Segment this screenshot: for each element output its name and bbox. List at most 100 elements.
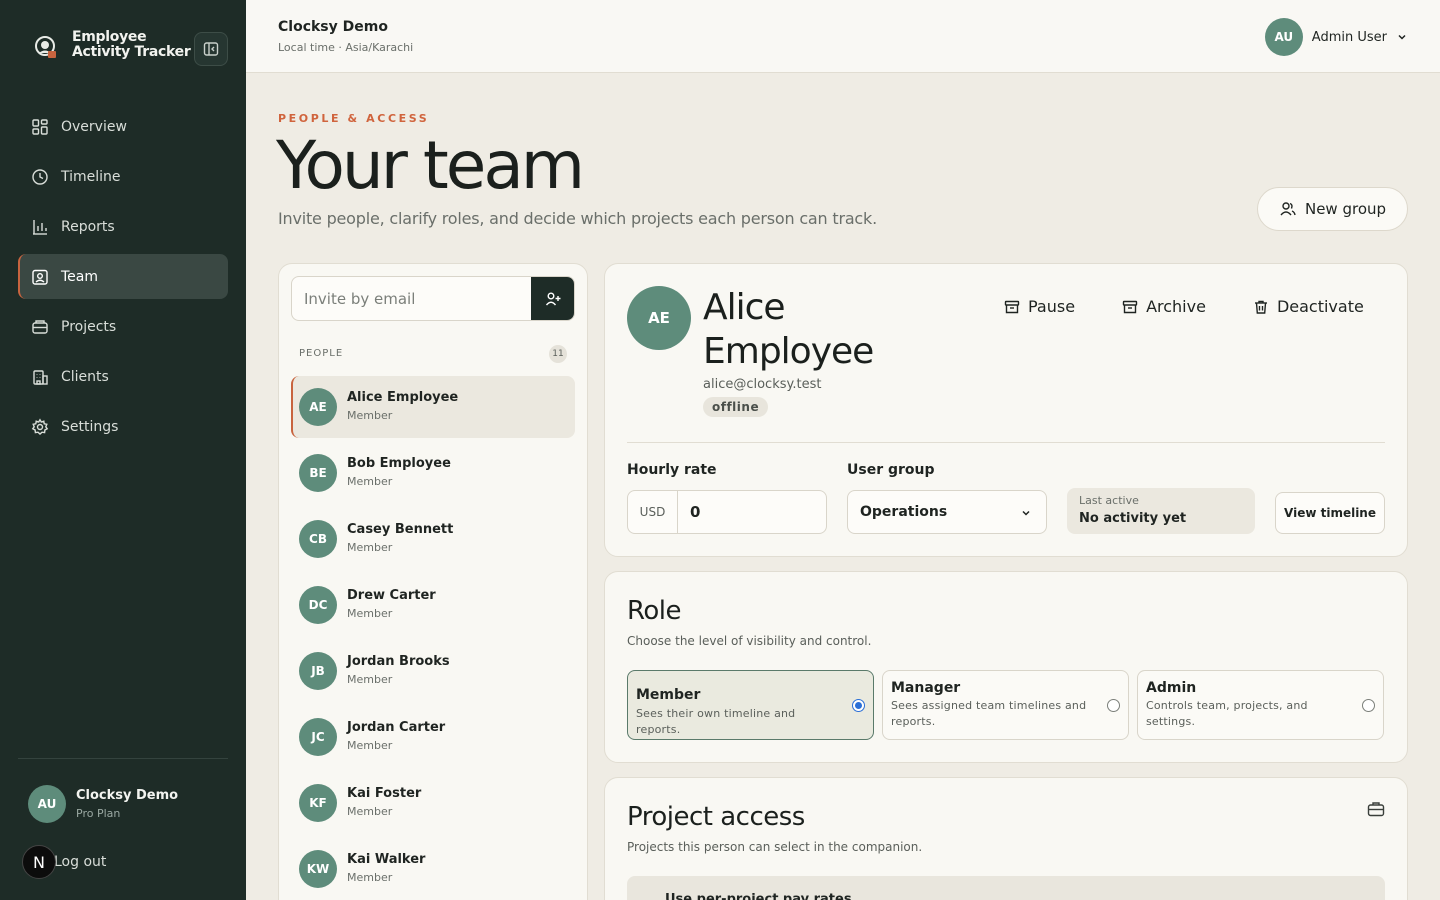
avatar: JB <box>299 652 337 690</box>
page-title: Your team <box>276 127 585 204</box>
person-name: Drew Carter <box>347 588 436 603</box>
radio-button[interactable] <box>852 699 865 712</box>
sidebar-item-timeline[interactable]: Timeline <box>18 154 228 199</box>
avatar: AE <box>627 286 691 350</box>
user-menu[interactable]: AU Admin User <box>1264 18 1408 56</box>
page-subtitle: Invite people, clarify roles, and decide… <box>278 209 877 228</box>
role-option-desc: Sees assigned team timelines and reports… <box>891 699 1087 728</box>
list-item[interactable]: BE Bob Employee Member <box>291 442 575 504</box>
n-badge-icon[interactable]: N <box>22 845 56 879</box>
role-option-title: Admin <box>1146 680 1197 696</box>
chevron-down-icon <box>1398 34 1406 40</box>
new-group-button[interactable]: New group <box>1257 187 1408 231</box>
view-timeline-button[interactable]: View timeline <box>1275 492 1385 534</box>
account-card[interactable]: AU Clocksy Demo Pro Plan <box>28 785 228 825</box>
per-project-rates-label: Use per-project pay rates <box>665 892 852 900</box>
topbar: Clocksy Demo Local time · Asia/Karachi A… <box>246 0 1440 73</box>
hourly-rate-input[interactable] <box>678 491 826 533</box>
sidebar-item-reports[interactable]: Reports <box>18 204 228 249</box>
grid-icon <box>32 118 48 135</box>
sidebar-toggle-icon <box>203 42 219 56</box>
person-name: Jordan Carter <box>347 720 446 735</box>
brand[interactable]: Employee Activity Tracker <box>30 30 230 70</box>
avatar: AE <box>299 388 337 426</box>
list-item[interactable]: KF Kai Foster Member <box>291 772 575 834</box>
avatar: DC <box>299 586 337 624</box>
role-option-title: Manager <box>891 680 961 696</box>
archive-button[interactable]: Archive <box>1122 297 1206 316</box>
profile-actions: Pause Archive Deactivate <box>1004 297 1411 316</box>
account-plan: Pro Plan <box>76 807 121 820</box>
person-role: Member <box>347 475 393 488</box>
role-option-desc: Sees their own timeline and reports. <box>636 707 796 736</box>
role-title: Role <box>627 596 682 626</box>
pause-button[interactable]: Pause <box>1004 297 1075 316</box>
sidebar-item-overview[interactable]: Overview <box>18 104 228 149</box>
new-group-label: New group <box>1304 200 1387 218</box>
sidebar-item-label: Overview <box>61 118 127 135</box>
profile-email: alice@clocksy.test <box>703 377 822 392</box>
workspace-title: Clocksy Demo <box>278 19 388 35</box>
stack-icon <box>32 319 48 334</box>
role-subtitle: Choose the level of visibility and contr… <box>627 634 872 648</box>
role-option-member[interactable]: Member Sees their own timeline and repor… <box>627 670 874 740</box>
avatar: KF <box>299 784 337 822</box>
profile-name: Alice Employee <box>703 287 874 372</box>
people-list: AE Alice Employee Member BE Bob Employee… <box>291 376 575 900</box>
collapse-sidebar-button[interactable] <box>194 32 228 66</box>
list-item[interactable]: JB Jordan Brooks Member <box>291 640 575 702</box>
sidebar-item-label: Timeline <box>61 168 121 185</box>
role-option-desc: Controls team, projects, and settings. <box>1146 699 1308 728</box>
sidebar-item-label: Team <box>61 268 99 285</box>
user-group-select[interactable]: Operations <box>847 490 1047 534</box>
avatar: KW <box>299 850 337 888</box>
sidebar: Employee Activity Tracker Overview Timel… <box>0 0 246 900</box>
role-option-title: Member <box>636 687 701 703</box>
logo-icon <box>35 36 56 58</box>
list-item[interactable]: CB Casey Bennett Member <box>291 508 575 570</box>
trash-icon <box>1254 300 1267 314</box>
archive-icon <box>1122 300 1138 313</box>
role-options: Member Sees their own timeline and repor… <box>627 670 1385 740</box>
sidebar-item-team[interactable]: Team <box>18 254 228 299</box>
section-eyebrow: PEOPLE & ACCESS <box>278 112 430 125</box>
role-option-manager[interactable]: Manager Sees assigned team timelines and… <box>882 670 1129 740</box>
person-role: Member <box>347 871 393 884</box>
list-item[interactable]: JC Jordan Carter Member <box>291 706 575 768</box>
list-item[interactable]: KW Kai Walker Member <box>291 838 575 900</box>
user-name: Admin User <box>1311 29 1387 45</box>
sidebar-item-settings[interactable]: Settings <box>18 404 228 449</box>
per-project-rates-toggle[interactable]: Use per-project pay rates <box>627 876 1385 900</box>
sidebar-item-clients[interactable]: Clients <box>18 354 228 399</box>
radio-button[interactable] <box>1362 699 1375 712</box>
badge-icon <box>32 269 48 285</box>
people-section-label: PEOPLE <box>299 348 344 359</box>
deactivate-button[interactable]: Deactivate <box>1253 297 1364 316</box>
list-item[interactable]: AE Alice Employee Member <box>291 376 575 438</box>
clock-icon <box>32 168 48 185</box>
people-count-badge: 11 <box>549 345 567 363</box>
avatar: BE <box>299 454 337 492</box>
sidebar-nav: Overview Timeline Reports Team Projects … <box>18 104 228 454</box>
person-role: Member <box>347 409 393 422</box>
person-name: Casey Bennett <box>347 522 454 537</box>
people-panel: PEOPLE 11 AE Alice Employee Member BE Bo… <box>278 263 588 900</box>
chevron-down-icon <box>1022 510 1030 516</box>
invite-email-input[interactable] <box>292 277 532 320</box>
last-active-box: Last active No activity yet <box>1067 488 1255 534</box>
pause-label: Pause <box>1028 297 1076 316</box>
avatar: JC <box>299 718 337 756</box>
profile-card: AE Alice Employee alice@clocksy.test off… <box>604 263 1408 557</box>
sidebar-item-label: Reports <box>61 218 115 235</box>
list-item[interactable]: DC Drew Carter Member <box>291 574 575 636</box>
user-group-label: User group <box>847 462 935 478</box>
person-name: Jordan Brooks <box>347 654 450 669</box>
invite-button[interactable] <box>531 277 574 320</box>
invite-form <box>291 276 575 321</box>
bar-chart-icon <box>33 219 47 235</box>
sidebar-item-projects[interactable]: Projects <box>18 304 228 349</box>
status-badge: offline <box>703 397 769 417</box>
logout-button[interactable]: N Log out <box>22 845 106 879</box>
radio-button[interactable] <box>1107 699 1120 712</box>
role-option-admin[interactable]: Admin Controls team, projects, and setti… <box>1137 670 1384 740</box>
